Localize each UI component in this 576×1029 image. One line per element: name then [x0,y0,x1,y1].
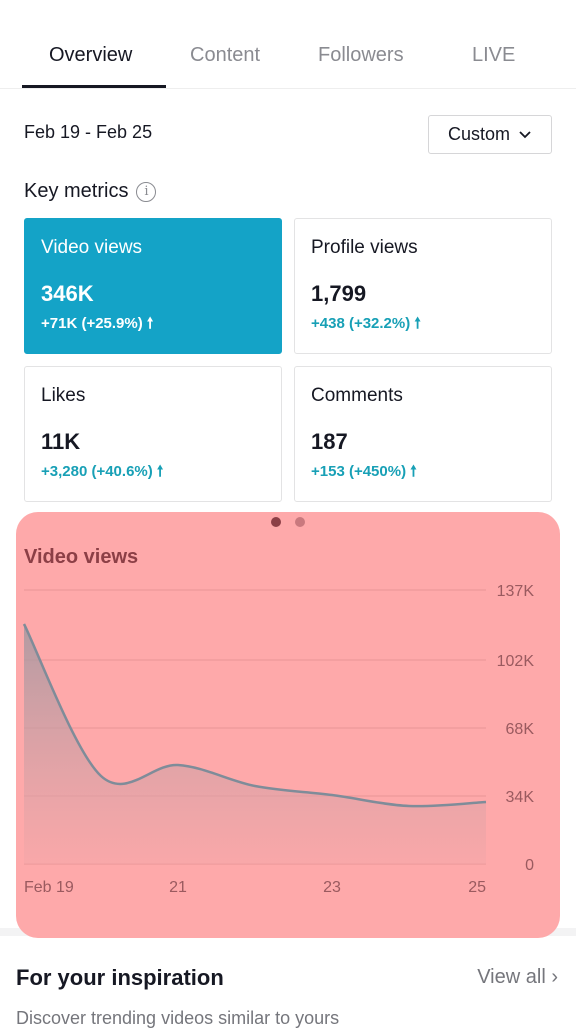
y-tick-label: 34K [506,789,535,806]
y-tick-label: 0 [525,857,534,874]
x-tick-label: 21 [169,879,187,896]
inspiration-title: For your inspiration [16,965,224,990]
view-all-link[interactable]: View all › [477,966,558,989]
y-tick-label: 137K [497,583,535,600]
y-tick-label: 102K [497,653,535,670]
inspiration-description: Discover trending videos similar to your… [16,1008,340,1028]
x-tick-label: Feb 19 [24,879,74,896]
y-tick-label: 68K [506,721,535,738]
x-tick-label: 23 [323,879,341,896]
video-views-chart: 137K 102K 68K 34K 0 Feb 19 21 23 25 [22,583,535,896]
chevron-right-icon: › [551,966,558,988]
x-tick-label: 25 [468,879,486,896]
